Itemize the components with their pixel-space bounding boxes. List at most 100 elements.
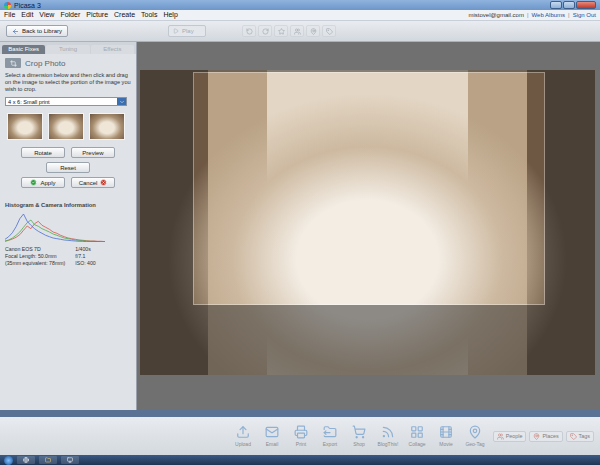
- close-button[interactable]: [576, 1, 596, 9]
- tray-action[interactable]: Export: [317, 425, 343, 447]
- tray-action[interactable]: Email: [259, 425, 285, 447]
- menu-item[interactable]: Help: [163, 10, 177, 20]
- taskbar-app[interactable]: [61, 456, 79, 464]
- crop-thumbnail[interactable]: [89, 113, 125, 140]
- photo-tray: UploadEmailPrintExportShopBlogThis!Colla…: [0, 417, 600, 455]
- tool-icon: [294, 28, 301, 35]
- tool-button[interactable]: [290, 25, 304, 37]
- taskbar-app[interactable]: [39, 456, 57, 464]
- camera-value: 1/400s: [75, 246, 95, 252]
- tray-action-icon: [265, 425, 279, 439]
- play-icon: [173, 28, 179, 34]
- main-area: Basic FixesTuningEffectsCrop PhotoSelect…: [0, 42, 600, 410]
- edit-tab[interactable]: Tuning: [46, 45, 89, 54]
- tool-icon: [326, 28, 333, 35]
- minimize-button[interactable]: [550, 1, 562, 9]
- tray-views: PeoplePlaces Tags: [493, 431, 594, 442]
- tray-action-icon: [294, 425, 308, 439]
- play-button[interactable]: Play: [168, 25, 206, 37]
- maximize-button[interactable]: [563, 1, 575, 9]
- tool-button[interactable]: [242, 25, 256, 37]
- crop-thumbnail[interactable]: [48, 113, 84, 140]
- start-icon[interactable]: [4, 456, 13, 465]
- back-arrow-icon: [12, 28, 19, 35]
- tool-icon: [278, 28, 285, 35]
- reset-button[interactable]: Reset: [46, 162, 90, 173]
- view-icon: [570, 433, 577, 440]
- camera-info: Canon EOS 7D1/400sFocal Length: 50.0mmf/…: [5, 246, 131, 266]
- cancel-button[interactable]: Cancel: [71, 177, 115, 188]
- crop-selection[interactable]: [193, 72, 545, 305]
- button-row: Apply Cancel: [5, 177, 131, 188]
- view-button[interactable]: People: [493, 431, 527, 442]
- tool-button[interactable]: [274, 25, 288, 37]
- edit-tab[interactable]: Basic Fixes: [2, 45, 45, 54]
- photo: [140, 70, 595, 375]
- menu-item[interactable]: Tools: [141, 10, 157, 20]
- crop-thumbnail[interactable]: [7, 113, 43, 140]
- check-icon: [30, 179, 37, 186]
- histogram-chart: [5, 212, 105, 242]
- taskbar: [0, 455, 600, 465]
- separator: |: [568, 10, 570, 20]
- tray-action-icon: [468, 425, 482, 439]
- account-links: mistovel@gmail.com|Web Albums|Sign Out: [469, 10, 597, 20]
- histogram-series: [5, 214, 105, 242]
- crop-suggestions: [5, 110, 131, 143]
- histogram: [5, 212, 105, 242]
- account-link[interactable]: Web Albums: [532, 10, 566, 20]
- account-link[interactable]: Sign Out: [573, 10, 596, 20]
- tray-action[interactable]: Upload: [230, 425, 256, 447]
- view-button[interactable]: Places: [529, 431, 562, 442]
- tray-action[interactable]: Shop: [346, 425, 372, 447]
- tray-action-icon: [323, 425, 337, 439]
- camera-label: Focal Length: 50.0mm: [5, 253, 65, 259]
- menu-item[interactable]: File: [4, 10, 15, 20]
- edit-tabs: Basic FixesTuningEffects: [0, 42, 136, 54]
- tray-actions: UploadEmailPrintExportShopBlogThis!Colla…: [230, 425, 488, 447]
- view-icon: [533, 433, 540, 440]
- camera-label: (35mm equivalent: 78mm): [5, 260, 65, 266]
- rotate-button[interactable]: Rotate: [21, 147, 65, 158]
- tray-action-icon: [381, 425, 395, 439]
- window-controls: [550, 1, 596, 9]
- tray-action-icon: [439, 425, 453, 439]
- back-button[interactable]: Back to Library: [6, 25, 68, 37]
- crop-icon: [5, 58, 21, 68]
- dimension-select[interactable]: 4 x 6: Small print: [5, 97, 127, 106]
- tray-action[interactable]: Geo-Tag: [462, 425, 488, 447]
- tray-action-icon: [410, 425, 424, 439]
- menu-item[interactable]: Picture: [86, 10, 108, 20]
- tray-action[interactable]: Collage: [404, 425, 430, 447]
- camera-value: ISO: 400: [75, 260, 95, 266]
- browser-icon: [23, 457, 29, 463]
- view-button[interactable]: Tags: [566, 431, 594, 442]
- separator: |: [527, 10, 529, 20]
- taskbar-app[interactable]: [17, 456, 35, 464]
- edit-panel: Basic FixesTuningEffectsCrop PhotoSelect…: [0, 42, 137, 410]
- tray-action[interactable]: Movie: [433, 425, 459, 447]
- picasa-logo-icon: [4, 2, 11, 9]
- tool-button[interactable]: [258, 25, 272, 37]
- view-icon: [497, 433, 504, 440]
- tray-action[interactable]: Print: [288, 425, 314, 447]
- menu-item[interactable]: Create: [114, 10, 135, 20]
- menu-item[interactable]: Folder: [60, 10, 80, 20]
- photo-tools: Play: [168, 25, 336, 37]
- apply-button[interactable]: Apply: [21, 177, 65, 188]
- folder-icon: [45, 457, 51, 463]
- toolbar: Back to Library Play: [0, 21, 600, 42]
- menu-item[interactable]: View: [39, 10, 54, 20]
- tray-action-icon: [236, 425, 250, 439]
- edit-tab[interactable]: Effects: [91, 45, 134, 54]
- tool-button[interactable]: [322, 25, 336, 37]
- window-title: Picasa 3: [14, 1, 547, 10]
- preview-button[interactable]: Preview: [71, 147, 115, 158]
- crop-header: Crop Photo: [5, 58, 131, 68]
- tray-action[interactable]: BlogThis!: [375, 425, 401, 447]
- tool-button[interactable]: [306, 25, 320, 37]
- crop-panel: Crop PhotoSelect a dimension below and t…: [0, 54, 136, 270]
- menu-item[interactable]: Edit: [21, 10, 33, 20]
- status-bar: [0, 410, 600, 417]
- histogram-title: Histogram & Camera Information: [5, 202, 131, 208]
